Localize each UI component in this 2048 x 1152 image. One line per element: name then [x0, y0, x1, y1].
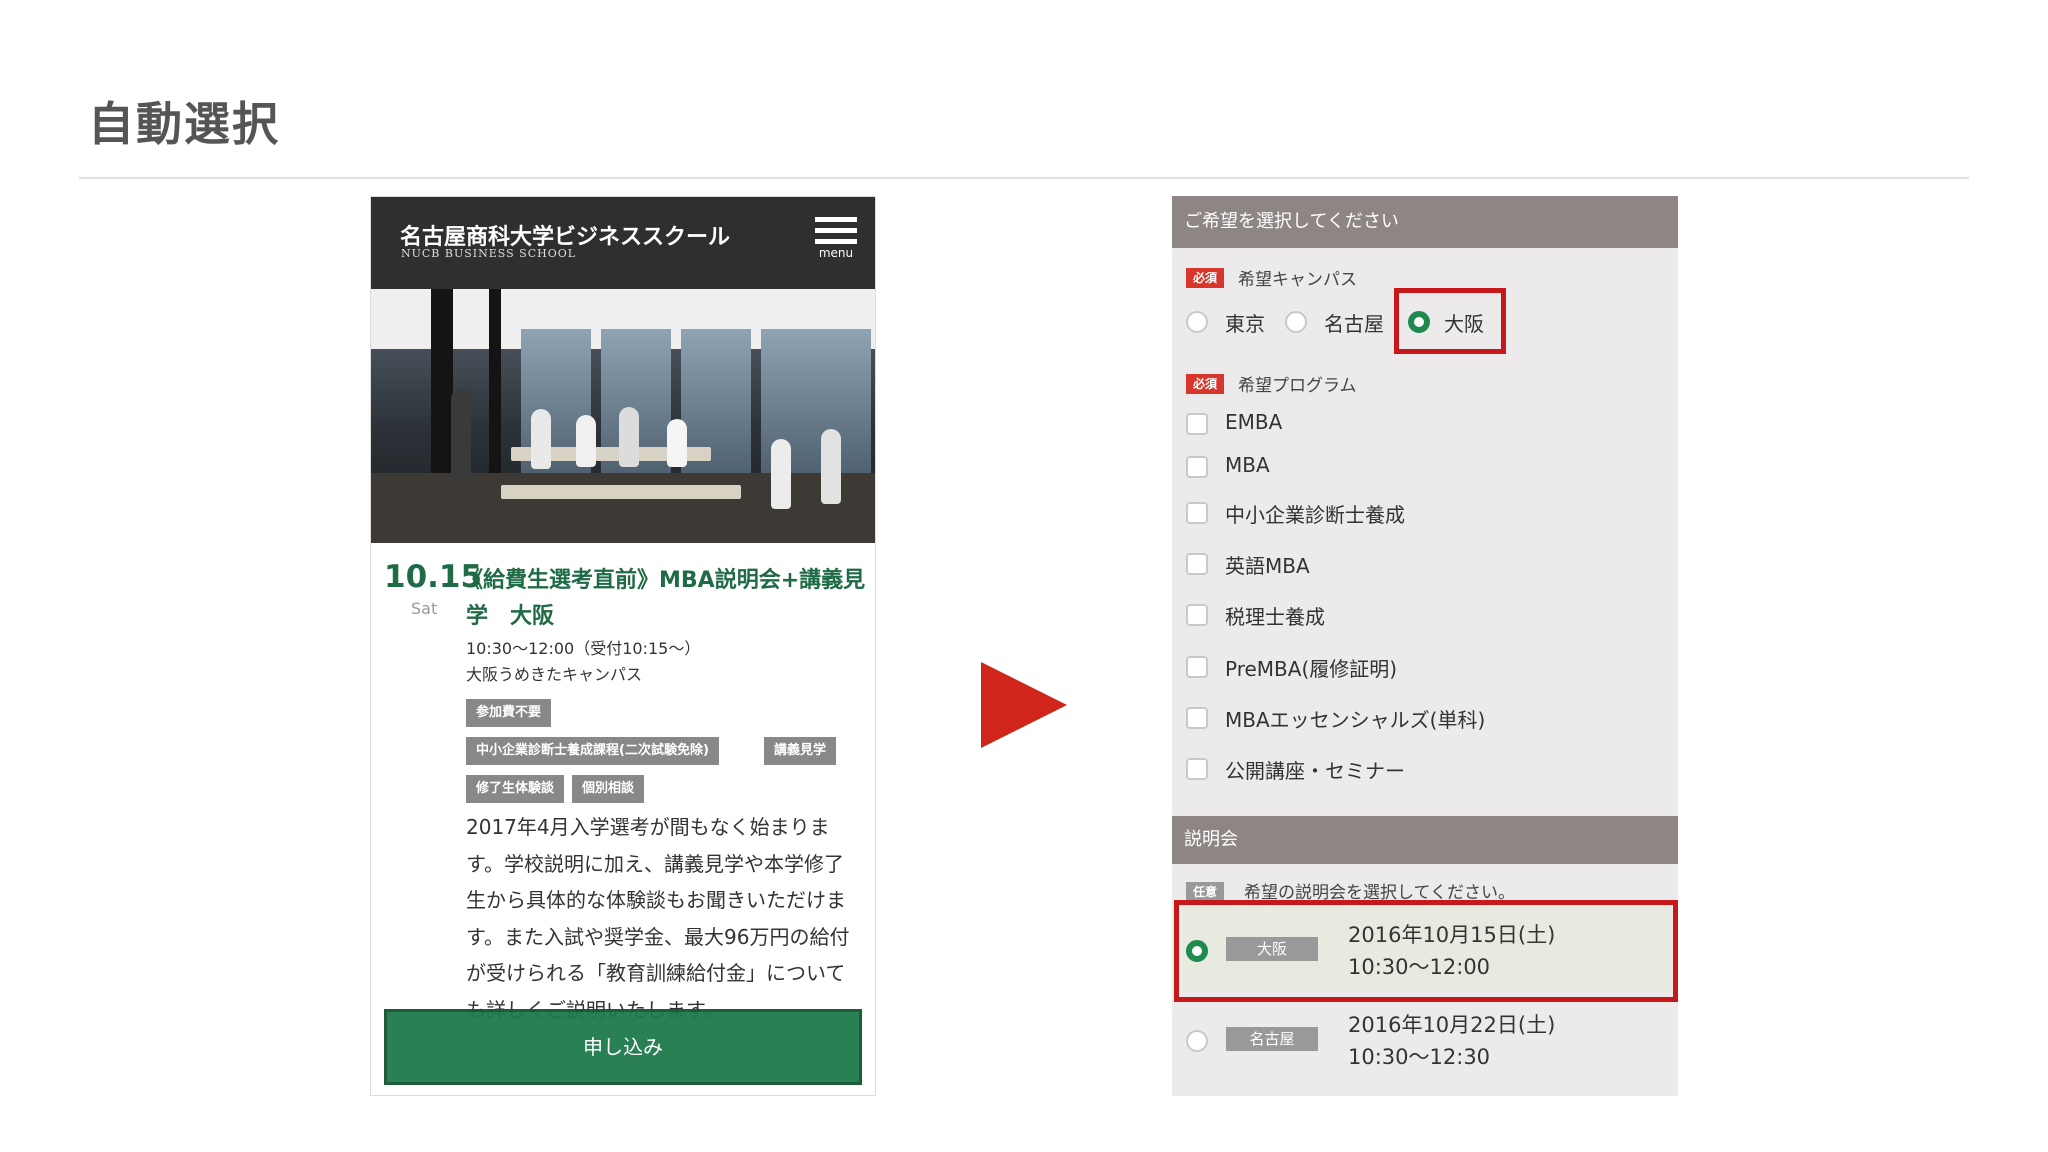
photo-presenter [451, 389, 471, 479]
hamburger-icon-bar [815, 239, 857, 244]
apply-button[interactable]: 申し込み [384, 1009, 862, 1085]
campus-option-nagoya[interactable]: 名古屋 [1324, 308, 1384, 337]
photo-person [576, 415, 596, 467]
session-campus-chip: 名古屋 [1226, 1027, 1318, 1051]
program-option[interactable]: 税理士養成 [1225, 601, 1325, 630]
slide-title: 自動選択 [88, 97, 280, 151]
event-tag: 参加費不要 [466, 699, 552, 727]
program-option[interactable]: MBA [1225, 453, 1270, 477]
event-day: Sat [411, 599, 438, 618]
session-date[interactable]: 2016年10月22日(土) [1348, 1009, 1555, 1041]
program-option[interactable]: MBAエッセンシャルズ(単科) [1225, 704, 1485, 733]
campus-radio-tokyo[interactable] [1186, 311, 1208, 333]
menu-button[interactable]: menu [815, 217, 857, 261]
event-tag: 個別相談 [572, 775, 645, 803]
hamburger-icon [815, 217, 857, 222]
campus-radio-nagoya[interactable] [1285, 311, 1307, 333]
program-option[interactable]: 中小企業診断士養成 [1225, 499, 1405, 528]
program-checkbox[interactable] [1186, 456, 1208, 478]
event-title[interactable]: 《給費生選考直前》MBA説明会+講義見学 大阪 [461, 563, 866, 635]
program-option[interactable]: EMBA [1225, 410, 1282, 434]
photo-person [771, 439, 791, 509]
event-photo [371, 289, 875, 543]
photo-person [531, 409, 551, 469]
program-checkbox[interactable] [1186, 502, 1208, 524]
program-checkbox[interactable] [1186, 604, 1208, 626]
hamburger-icon-bar [815, 228, 857, 233]
event-time: 10:30〜12:00（受付10:15〜） [466, 639, 701, 658]
site-header: 名古屋商科大学ビジネススクール NUCB BUSINESS SCHOOL men… [371, 197, 875, 289]
photo-person [667, 419, 687, 467]
slide: 自動選択 名古屋商科大学ビジネススクール NUCB BUSINESS SCHOO… [0, 0, 2048, 1152]
program-checkbox[interactable] [1186, 553, 1208, 575]
menu-label: menu [818, 246, 854, 260]
session-time[interactable]: 10:30〜12:30 [1348, 1041, 1490, 1073]
campus-option-tokyo[interactable]: 東京 [1225, 308, 1265, 337]
mobile-event-page: 名古屋商科大学ビジネススクール NUCB BUSINESS SCHOOL men… [370, 196, 876, 1096]
program-option[interactable]: 公開講座・セミナー [1225, 755, 1405, 784]
photo-person [619, 407, 639, 467]
event-tag: 中小企業診断士養成課程(二次試験免除) [466, 737, 719, 765]
form-header: ご希望を選択してください [1172, 196, 1678, 248]
program-checkbox[interactable] [1186, 707, 1208, 729]
program-checkbox[interactable] [1186, 656, 1208, 678]
campus-label: 希望キャンパス [1238, 270, 1357, 290]
auto-selected-highlight [1394, 288, 1506, 354]
program-option[interactable]: 英語MBA [1225, 550, 1310, 579]
optional-badge: 任意 [1186, 882, 1224, 902]
event-tag: 講義見学 [764, 737, 837, 765]
auto-selected-highlight [1174, 900, 1678, 1002]
required-badge: 必須 [1186, 268, 1224, 288]
session-header: 説明会 [1172, 816, 1678, 864]
required-badge: 必須 [1186, 374, 1224, 394]
photo-person [821, 429, 841, 504]
photo-floor [371, 473, 875, 543]
application-form: ご希望を選択してください 必須 希望キャンパス 東京 名古屋 大阪 必須 希望プ… [1172, 196, 1678, 1096]
event-tag: 修了生体験談 [466, 775, 565, 803]
event-place: 大阪うめきたキャンパス [466, 665, 643, 684]
school-subtitle: NUCB BUSINESS SCHOOL [401, 247, 577, 260]
title-divider [79, 177, 1969, 179]
program-label: 希望プログラム [1238, 376, 1357, 396]
program-checkbox[interactable] [1186, 758, 1208, 780]
session-radio-nagoya[interactable] [1186, 1030, 1208, 1052]
program-checkbox[interactable] [1186, 413, 1208, 435]
event-description: 2017年4月入学選考が間もなく始まります。学校説明に加え、講義見学や本学修了生… [466, 815, 850, 1022]
program-option[interactable]: PreMBA(履修証明) [1225, 653, 1397, 682]
photo-table [501, 485, 741, 499]
arrow-right-icon [981, 662, 1067, 748]
